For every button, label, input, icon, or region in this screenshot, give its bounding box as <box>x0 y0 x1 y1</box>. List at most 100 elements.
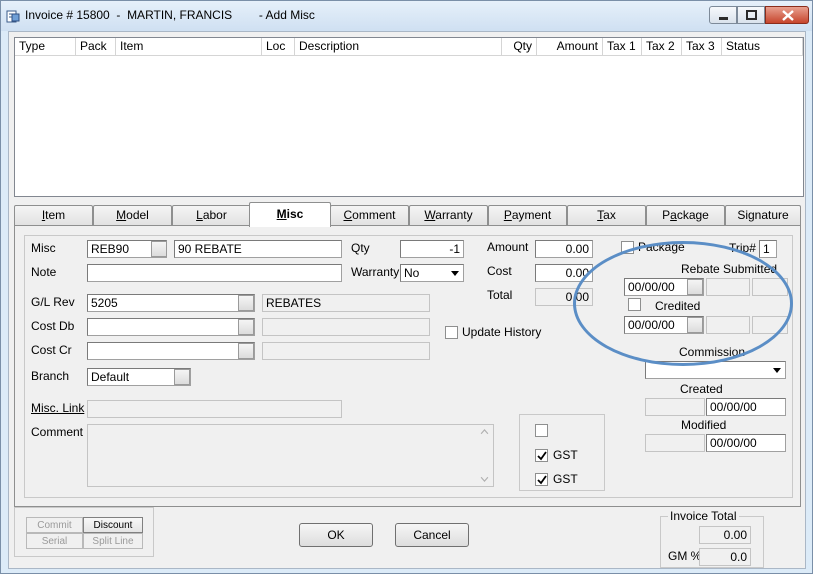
misc-label: Misc <box>31 241 56 255</box>
created-date: 00/00/00 <box>706 398 786 416</box>
tab-model[interactable]: Model <box>93 205 172 225</box>
modified-user-field <box>645 434 705 452</box>
invoice-window: Invoice # 15800 - MARTIN, FRANCIS - Add … <box>0 0 813 574</box>
created-label: Created <box>680 382 723 396</box>
tab-package[interactable]: Package <box>646 205 725 225</box>
created-user-field <box>645 398 705 416</box>
cost-label: Cost <box>487 264 512 278</box>
close-button[interactable] <box>765 6 809 24</box>
tab-tax[interactable]: Tax <box>567 205 646 225</box>
branch-dropdown-button[interactable] <box>174 369 190 385</box>
split-line-button[interactable]: Split Line <box>83 533 143 549</box>
misc-link-label[interactable]: Misc. Link <box>31 401 84 415</box>
comment-label: Comment <box>31 425 84 439</box>
column-pack[interactable]: Pack <box>76 38 116 56</box>
rebate-submitted-field-2 <box>706 278 750 296</box>
tax-checkbox-empty[interactable] <box>535 424 548 437</box>
column-amount[interactable]: Amount <box>537 38 603 56</box>
costcr-label: Cost Cr <box>31 343 72 357</box>
column-item[interactable]: Item <box>116 38 262 56</box>
cancel-button[interactable]: Cancel <box>395 523 469 547</box>
tab-labor[interactable]: Labor <box>172 205 251 225</box>
check-icon <box>537 451 547 461</box>
title-bar[interactable]: Invoice # 15800 - MARTIN, FRANCIS - Add … <box>1 1 812 31</box>
package-checkbox[interactable] <box>621 241 634 254</box>
credited-label: Credited <box>655 299 701 313</box>
trip-label: Trip# <box>729 241 756 255</box>
costdb-field[interactable] <box>87 318 255 336</box>
column-tax3[interactable]: Tax 3 <box>682 38 722 56</box>
tab-comment[interactable]: Comment <box>330 205 409 225</box>
minimize-button[interactable] <box>709 6 737 24</box>
gm-label: GM % <box>668 549 702 563</box>
rebate-submitted-field-3 <box>752 278 788 296</box>
package-label: Package <box>638 240 685 254</box>
gst2-checkbox[interactable] <box>535 473 548 486</box>
misc-tab-panel: Misc REB90 90 REBATE Note G/L Rev 5205 R… <box>14 225 801 507</box>
note-field[interactable] <box>87 264 342 282</box>
comment-scrollbar[interactable] <box>476 425 493 486</box>
qty-field[interactable]: -1 <box>400 240 464 258</box>
costdb-label: Cost Db <box>31 319 75 333</box>
tab-signature[interactable]: Signature <box>725 205 801 225</box>
tab-payment[interactable]: Payment <box>488 205 567 225</box>
column-loc[interactable]: Loc <box>262 38 295 56</box>
column-type[interactable]: Type <box>15 38 76 56</box>
column-tax2[interactable]: Tax 2 <box>642 38 682 56</box>
credited-field-3 <box>752 316 788 334</box>
costcr-field[interactable] <box>87 342 255 360</box>
gm-value: 0.0 <box>699 548 751 566</box>
misc-form: Misc REB90 90 REBATE Note G/L Rev 5205 R… <box>24 235 793 498</box>
misc-code-dropdown-button[interactable] <box>151 241 167 257</box>
glrev-label: G/L Rev <box>31 295 75 309</box>
list-header: Type Pack Item Loc Description Qty Amoun… <box>15 38 803 56</box>
gst1-checkbox[interactable] <box>535 449 548 462</box>
commit-button[interactable]: Commit <box>26 517 83 533</box>
comment-textarea[interactable] <box>87 424 494 487</box>
modified-date: 00/00/00 <box>706 434 786 452</box>
column-description[interactable]: Description <box>295 38 502 56</box>
total-label: Total <box>487 288 513 302</box>
column-status[interactable]: Status <box>722 38 803 56</box>
gst2-label: GST <box>553 472 578 486</box>
credited-checkbox[interactable] <box>628 298 641 311</box>
credited-date-button[interactable] <box>687 317 703 333</box>
trip-field[interactable]: 1 <box>759 240 777 258</box>
cost-field[interactable]: 0.00 <box>535 264 593 282</box>
costdb-dropdown-button[interactable] <box>238 319 254 335</box>
chevron-down-icon <box>451 271 459 276</box>
glrev-dropdown-button[interactable] <box>238 295 254 311</box>
invoice-total-group: Invoice Total 0.00 GM % 0.0 <box>660 509 764 568</box>
commission-select[interactable] <box>645 361 786 379</box>
gst-group: GST GST <box>519 414 605 491</box>
maximize-button[interactable] <box>737 6 765 24</box>
ok-button[interactable]: OK <box>299 523 373 547</box>
tab-item[interactable]: Item <box>14 205 93 225</box>
tab-misc[interactable]: Misc <box>249 202 331 227</box>
branch-label: Branch <box>31 369 70 383</box>
invoice-lines-list[interactable]: Type Pack Item Loc Description Qty Amoun… <box>14 37 804 197</box>
actions-group: Commit Discount Serial Split Line <box>14 507 154 557</box>
rebate-date-button[interactable] <box>687 279 703 295</box>
modified-label: Modified <box>681 418 727 432</box>
column-qty[interactable]: Qty <box>502 38 537 56</box>
window-title: Invoice # 15800 - MARTIN, FRANCIS - Add … <box>25 8 315 22</box>
gst1-label: GST <box>553 448 578 462</box>
commission-dropdown-button[interactable] <box>769 362 785 378</box>
check-icon <box>537 475 547 485</box>
invoice-total-value: 0.00 <box>699 526 751 544</box>
warranty-label: Warranty <box>351 265 400 279</box>
costcr-dropdown-button[interactable] <box>238 343 254 359</box>
discount-button[interactable]: Discount <box>83 517 143 533</box>
amount-field[interactable]: 0.00 <box>535 240 593 258</box>
total-field: 0.00 <box>535 288 593 306</box>
app-icon <box>6 10 20 23</box>
misc-description-field[interactable]: 90 REBATE <box>174 240 342 258</box>
glrev-field[interactable]: 5205 <box>87 294 255 312</box>
update-history-checkbox[interactable] <box>445 326 458 339</box>
glrev-description: REBATES <box>262 294 430 312</box>
column-tax1[interactable]: Tax 1 <box>603 38 642 56</box>
warranty-dropdown-button[interactable] <box>447 265 463 281</box>
serial-button[interactable]: Serial <box>26 533 83 549</box>
tab-warranty[interactable]: Warranty <box>409 205 488 225</box>
